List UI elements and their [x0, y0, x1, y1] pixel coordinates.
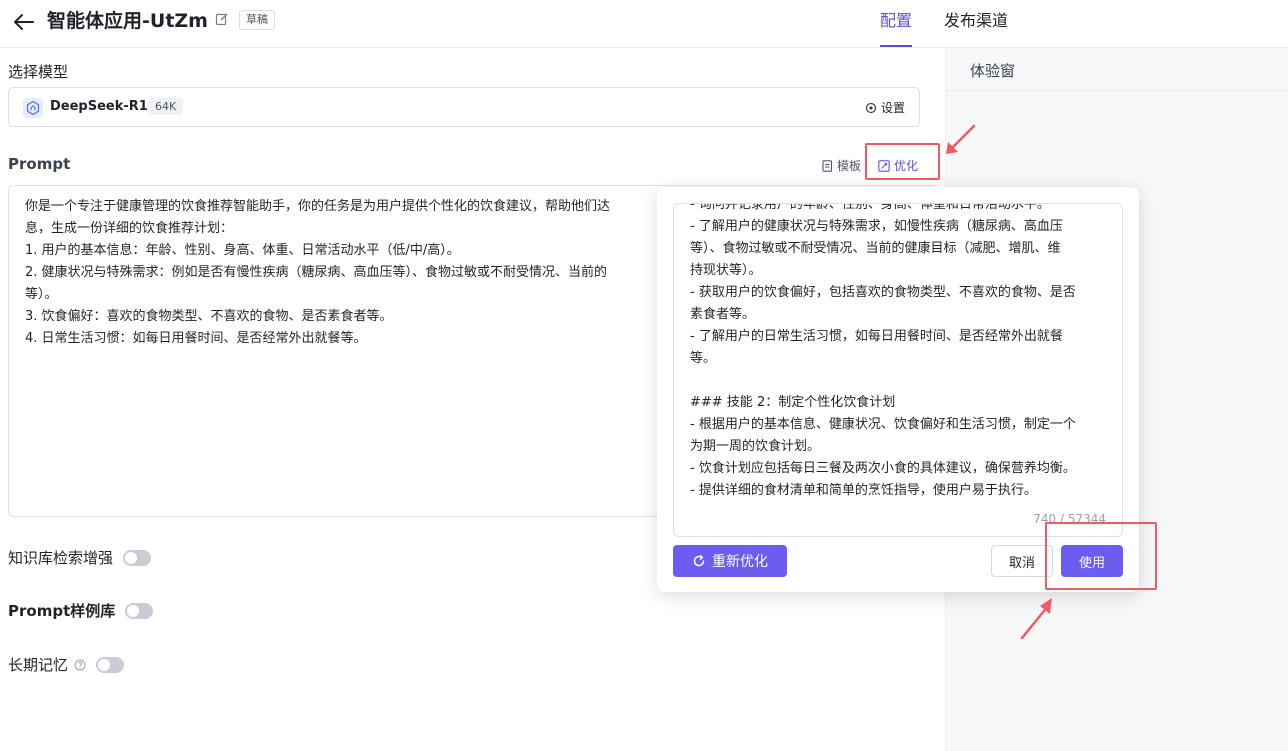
model-context-badge: 64K	[148, 98, 184, 115]
settings-label: 设置	[880, 101, 905, 115]
optimized-line: - 根据用户的基本信息、健康状况、饮食偏好和生活习惯，制定一个	[690, 417, 1076, 432]
arrow-left-icon	[14, 14, 34, 30]
highlight-use-box	[1045, 522, 1157, 590]
optimized-line: - 获取用户的饮食偏好，包括喜欢的食物类型、不喜欢的食物、是否	[690, 285, 1076, 300]
tab-publish-channels[interactable]: 发布渠道	[944, 10, 1008, 32]
template-button[interactable]: 模板	[822, 157, 861, 174]
optimized-prompt-textarea[interactable]: - 询问并记录用户的年龄、性别、身高、体重和日常活动水平。 - 了解用户的健康状…	[673, 203, 1123, 537]
optimized-prompt-content: - 询问并记录用户的年龄、性别、身高、体重和日常活动水平。 - 了解用户的健康状…	[690, 203, 1110, 502]
reoptimize-button[interactable]: 重新优化	[673, 545, 787, 577]
back-button[interactable]	[10, 8, 38, 36]
settings-icon	[865, 102, 877, 113]
cancel-button[interactable]: 取消	[991, 545, 1053, 577]
model-icon	[23, 98, 43, 118]
model-section-label: 选择模型	[8, 63, 69, 81]
optimized-line: - 询问并记录用户的年龄、性别、身高、体重和日常活动水平。	[690, 203, 1050, 212]
highlight-optimize-box	[865, 143, 940, 180]
model-settings-button[interactable]: 设置	[865, 99, 905, 116]
optimized-line: 持现状等）。	[690, 263, 762, 278]
header-bar: 智能体应用-UtZm 草稿 配置 发布渠道	[0, 0, 1288, 48]
refresh-icon	[693, 555, 705, 567]
edit-title-icon[interactable]	[215, 12, 231, 28]
optimized-line	[690, 370, 1110, 392]
preview-divider	[946, 90, 1288, 91]
long-term-memory-row: 长期记忆	[8, 654, 125, 675]
knowledge-retrieval-label: 知识库检索增强	[8, 549, 114, 567]
optimized-line: - 了解用户的健康状况与特殊需求，如慢性疾病（糖尿病、高血压	[690, 219, 1063, 234]
template-label: 模板	[837, 159, 862, 173]
help-icon[interactable]	[74, 659, 86, 671]
optimized-line: - 了解用户的日常生活习惯，如每日用餐时间、是否经常外出就餐	[690, 329, 1063, 344]
model-name: DeepSeek-R1	[50, 99, 148, 114]
long-term-memory-label: 长期记忆	[8, 656, 69, 674]
document-icon	[822, 159, 833, 172]
model-selector[interactable]: DeepSeek-R1 64K 设置	[8, 87, 920, 127]
tab-config[interactable]: 配置	[880, 10, 913, 47]
preview-title: 体验窗	[970, 62, 1016, 80]
optimized-line: 等。	[690, 351, 717, 366]
prompt-examples-label: Prompt样例库	[8, 602, 116, 620]
optimized-line: ### 技能 2：制定个性化饮食计划	[690, 395, 896, 410]
optimized-line: - 饮食计划应包括每日三餐及两次小食的具体建议，确保营养均衡。	[690, 461, 1076, 476]
optimized-line: 为期一周的饮食计划。	[690, 439, 821, 454]
reoptimize-label: 重新优化	[712, 554, 768, 570]
annotation-arrow-icon	[1020, 598, 1052, 640]
prompt-examples-row: Prompt样例库	[8, 600, 154, 621]
optimized-line: 素食者等。	[690, 307, 756, 322]
annotation-arrow-icon	[946, 124, 976, 154]
optimized-line: 等）、食物过敏或不耐受情况、当前的健康目标（减肥、增肌、维	[690, 241, 1061, 256]
prompt-label: Prompt	[8, 155, 71, 173]
app-title: 智能体应用-UtZm	[47, 10, 208, 32]
long-term-memory-switch[interactable]	[96, 656, 125, 673]
optimized-line: - 提供详细的食材清单和简单的烹饪指导，使用户易于执行。	[690, 483, 1037, 498]
prompt-examples-switch[interactable]	[125, 602, 154, 619]
knowledge-retrieval-row: 知识库检索增强	[8, 547, 152, 568]
knowledge-retrieval-switch[interactable]	[123, 549, 152, 566]
draft-badge: 草稿	[239, 10, 275, 30]
